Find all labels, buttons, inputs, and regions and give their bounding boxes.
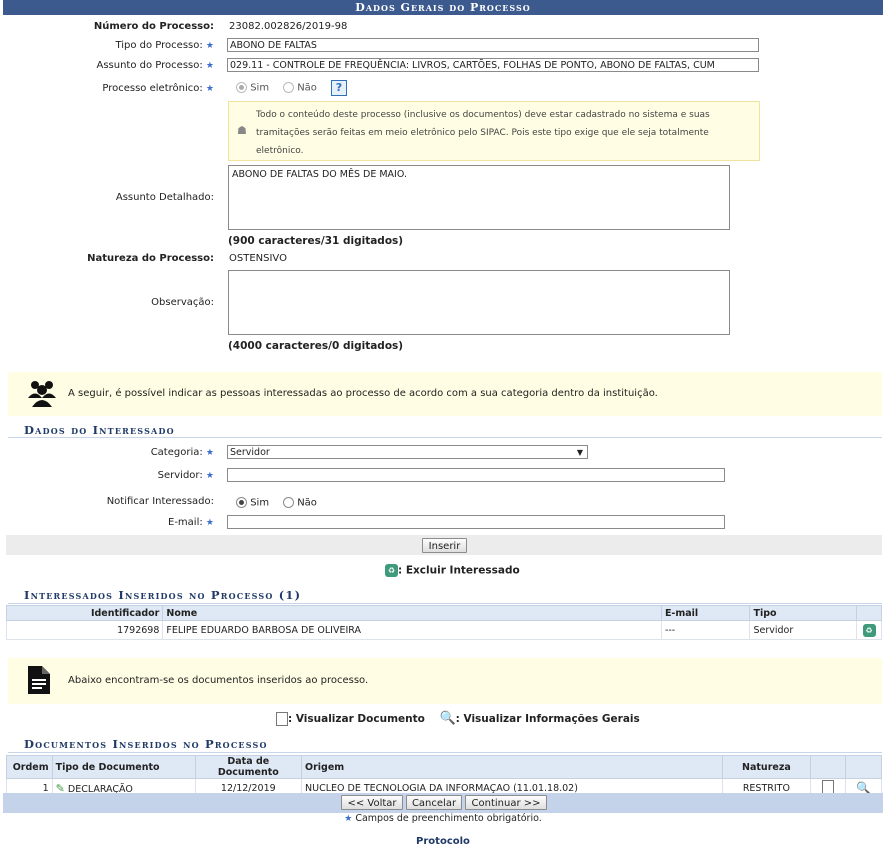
interessados-table: Identificador Nome E-mail Tipo 1792698 F… [5,605,882,640]
detalhado-textarea[interactable]: ABONO DE FALTAS DO MÊS DE MAIO. [228,165,730,230]
trash-icon: ♻ [385,564,398,577]
natureza-value: OSTENSIVO [229,253,287,264]
table-row: 1792698 FELIPE EDUARDO BARBOSA DE OLIVEI… [5,620,882,640]
col-ordem: Ordem [6,755,53,779]
documentos-notice: Abaixo encontram-se os documentos inseri… [8,658,882,704]
col-tipo-doc: Tipo de Documento [51,755,196,779]
remove-button[interactable]: ♻ [856,620,882,640]
radio-icon [236,82,247,93]
email-input[interactable] [227,515,725,529]
required-star-icon: ★ [205,471,214,481]
required-star-icon: ★ [205,518,214,528]
numero-value: 23082.002826/2019-98 [229,21,348,32]
col-identificador: Identificador [5,605,164,621]
required-star-icon: ★ [205,61,214,71]
detalhado-counter: (900 caracteres/31 digitados) [228,235,404,247]
continuar-button[interactable]: Continuar >> [465,795,547,810]
doc-view-icon [276,712,288,726]
eletronico-label: Processo eletrônico: ★ [102,83,214,94]
radio-icon [236,497,247,508]
categoria-label: Categoria: ★ [150,447,214,458]
radio-icon [283,82,294,93]
required-star-icon: ★ [205,41,214,51]
eletronico-nao[interactable]: Não [283,82,317,94]
natureza-label: Natureza do Processo: [87,253,214,264]
assunto-label: Assunto do Processo: ★ [96,60,215,71]
interessado-title: Dados do Interessado [8,423,882,438]
observacao-counter: (4000 caracteres/0 digitados) [228,340,404,352]
section-title: Dados Gerais do Processo [3,0,883,15]
cell-nome: FELIPE EDUARDO BARBOSA DE OLIVEIRA [162,620,662,640]
documentos-table-title: Documentos Inseridos no Processo [8,737,882,753]
cancelar-button[interactable]: Cancelar [406,795,462,810]
col-data: Data de Documento [194,755,303,779]
col-acao [856,605,882,621]
tipo-input[interactable]: ABONO DE FALTAS [227,38,759,52]
info-icon: ☗ [237,124,247,137]
observacao-label: Observação: [151,297,214,308]
col-tipo: Tipo [749,605,857,621]
numero-label: Número do Processo: [93,21,214,32]
eletronico-notice: ☗ Todo o conteúdo deste processo (inclus… [228,101,760,161]
col-natureza: Natureza [721,755,812,779]
doc-view-icon [822,779,835,794]
magnifier-icon: 🔍 [439,711,456,726]
required-star-icon: ★ [205,448,214,458]
tipo-label: Tipo do Processo: ★ [115,40,214,51]
col-acao-info [845,755,882,779]
required-star-icon: ★ [344,814,353,824]
col-nome: Nome [162,605,662,621]
notificar-sim[interactable]: Sim [236,497,269,509]
col-acao-doc [809,755,847,779]
notificar-nao[interactable]: Não [283,497,317,509]
cell-tipo: Servidor [749,620,857,640]
chevron-down-icon: ▼ [576,448,583,457]
document-icon [28,666,50,694]
required-star-icon: ★ [205,84,214,94]
servidor-label: Servidor: ★ [157,470,214,481]
users-icon [28,381,56,407]
col-email: E-mail [660,605,751,621]
email-label: E-mail: ★ [168,517,214,528]
cell-email: --- [660,620,751,640]
cell-id: 1792698 [5,620,164,640]
trash-icon: ♻ [862,623,876,637]
help-icon[interactable]: ? [331,80,347,96]
eletronico-sim[interactable]: Sim [236,82,269,94]
servidor-input[interactable] [227,468,725,482]
assunto-input[interactable]: 029.11 - CONTROLE DE FREQUÊNCIA: LIVROS,… [227,58,759,72]
documentos-table: Ordem Tipo de Documento Data de Document… [6,755,882,798]
required-note: ★ Campos de preenchimento obrigatório. [344,813,542,824]
categoria-select[interactable]: Servidor ▼ [227,445,588,459]
interessados-notice: A seguir, é possível indicar as pessoas … [8,372,882,416]
radio-icon [283,497,294,508]
excluir-legend: ♻: Excluir Interessado [385,564,520,577]
col-origem: Origem [301,755,723,779]
detalhado-label: Assunto Detalhado: [115,192,214,203]
inserir-button[interactable]: Inserir [422,538,467,553]
voltar-button[interactable]: << Voltar [341,795,403,810]
footer-link[interactable]: Protocolo [0,836,886,847]
notificar-label: Notificar Interessado: [106,496,214,507]
interessados-table-title: Interessados Inseridos no Processo (1) [8,588,882,604]
doc-legend: : Visualizar Documento 🔍: Visualizar Inf… [276,711,640,726]
observacao-textarea[interactable] [228,270,730,335]
